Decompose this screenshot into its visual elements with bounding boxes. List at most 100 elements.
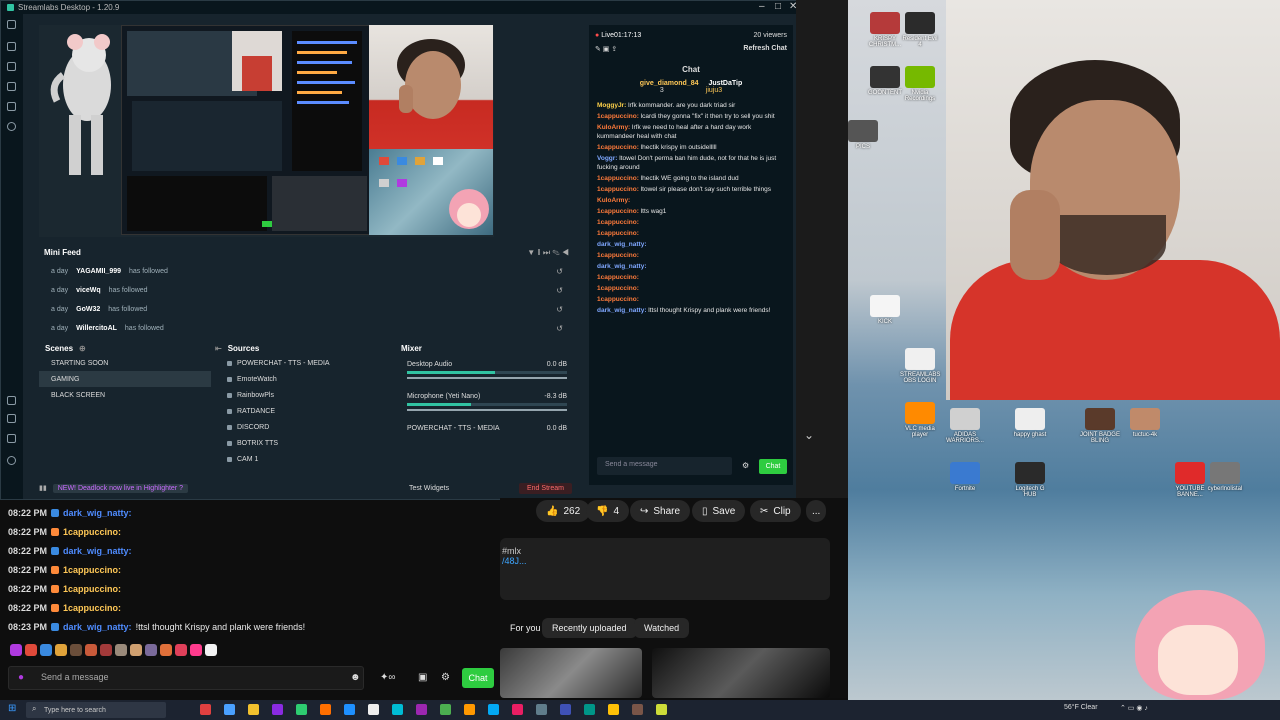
desktop-shortcut-icon[interactable] (905, 12, 935, 34)
end-stream-button[interactable]: End Stream (519, 482, 572, 494)
chat-username[interactable]: dark_wig_natty: (597, 241, 647, 248)
chat-input[interactable]: Send a message (8, 666, 364, 690)
video-thumbnail[interactable] (500, 648, 642, 698)
themes-icon[interactable] (7, 42, 16, 51)
chat-username[interactable]: dark_wig_natty: (63, 546, 132, 556)
volume-slider[interactable] (407, 409, 567, 411)
scene-item[interactable]: BLACK SCREEN (39, 387, 211, 403)
repeat-alert-icon[interactable]: ↺ (556, 286, 563, 295)
description-link[interactable]: /48J... (502, 556, 828, 566)
more-actions-button[interactable]: ... (806, 500, 827, 522)
chat-username[interactable]: 1cappuccino: (63, 603, 121, 613)
desktop-shortcut-icon[interactable] (1085, 408, 1115, 430)
emote-icon[interactable] (130, 644, 142, 656)
system-tray[interactable]: ⌃ ▭ ◉ ♪ (1120, 704, 1148, 712)
desktop-shortcut-icon[interactable] (905, 66, 935, 88)
add-scene-icon[interactable]: ⊕ (79, 344, 86, 353)
chat-username[interactable]: 1cappuccino: (597, 230, 639, 237)
taskbar-app-icon[interactable] (608, 704, 619, 715)
taskbar-app-icon[interactable] (536, 704, 547, 715)
repeat-alert-icon[interactable]: ↺ (556, 324, 563, 333)
emote-icon[interactable] (115, 644, 127, 656)
highlighter-icon[interactable] (7, 102, 16, 111)
settings-gear-icon[interactable] (7, 456, 16, 465)
chat-username[interactable]: 1cappuccino: (597, 144, 641, 151)
desktop-shortcut-icon[interactable] (870, 12, 900, 34)
collapse-icon[interactable]: ⇤ (215, 344, 222, 353)
video-description[interactable]: #mlx /48J... (500, 538, 830, 600)
taskbar-app-icon[interactable] (584, 704, 595, 715)
taskbar-app-icon[interactable] (416, 704, 427, 715)
chat-username[interactable]: 1cappuccino: (597, 252, 639, 259)
performance-icon[interactable]: ▮▮ (39, 484, 47, 492)
desktop-shortcut-icon[interactable] (950, 408, 980, 430)
taskbar-app-icon[interactable] (512, 704, 523, 715)
volume-slider[interactable] (407, 377, 567, 379)
chevron-down-icon[interactable]: ⌄ (804, 428, 814, 442)
chat-username[interactable]: 1cappuccino: (597, 274, 639, 281)
like-button[interactable]: 👍 262 (536, 500, 591, 522)
chat-username[interactable]: 1cappuccino: (63, 584, 121, 594)
store-icon[interactable] (7, 62, 16, 71)
chat-username[interactable]: dark_wig_natty: (63, 508, 132, 518)
chat-username[interactable]: 1cappuccino: (597, 208, 641, 215)
chat-tools-icon[interactable]: ✎ ▣ ⇪ (595, 45, 617, 53)
editor-icon[interactable] (7, 20, 16, 29)
chat-username[interactable]: 1cappuccino: (63, 527, 121, 537)
chat-settings-icon[interactable]: ⚙ (441, 672, 450, 683)
repeat-alert-icon[interactable]: ↺ (556, 305, 563, 314)
minimize-icon[interactable]: – (759, 1, 765, 12)
taskbar-app-icon[interactable] (656, 704, 667, 715)
gift-icon[interactable]: ▣ (418, 672, 427, 683)
chat-send-button[interactable]: Chat (462, 668, 494, 688)
scene-item-active[interactable]: GAMING (39, 371, 211, 387)
emote-icon[interactable] (145, 644, 157, 656)
chat-username[interactable]: dark_wig_natty: (597, 263, 647, 270)
chat-username[interactable]: 1cappuccino: (597, 175, 641, 182)
microphone-icon[interactable]: ● (18, 672, 24, 683)
desktop-shortcut-icon[interactable] (1015, 462, 1045, 484)
chat-send-button[interactable]: Chat (759, 459, 787, 474)
windows-start-icon[interactable]: ⊞ (8, 703, 16, 714)
description-hashtag[interactable]: #mlx (502, 546, 828, 556)
desktop-shortcut-icon[interactable] (1015, 408, 1045, 430)
emote-icon[interactable] (160, 644, 172, 656)
save-button[interactable]: ▯ Save (692, 500, 746, 522)
taskbar-app-icon[interactable] (296, 704, 307, 715)
video-thumbnail[interactable] (652, 648, 830, 698)
channel-points-icon[interactable]: ✦∞ (380, 672, 396, 683)
source-item[interactable]: CAM 1 (215, 451, 395, 467)
emote-icon[interactable] (100, 644, 112, 656)
taskbar-app-icon[interactable] (368, 704, 379, 715)
chat-username[interactable]: dark_wig_natty: (63, 622, 132, 632)
taskbar-app-icon[interactable] (248, 704, 259, 715)
desktop-shortcut-icon[interactable] (870, 66, 900, 88)
taskbar-app-icon[interactable] (320, 704, 331, 715)
test-widgets-button[interactable]: Test Widgets (409, 485, 449, 492)
desktop-shortcut-icon[interactable] (1210, 462, 1240, 484)
dislike-button[interactable]: 👎 4 (586, 500, 630, 522)
dashboard-icon[interactable] (7, 82, 16, 91)
source-item[interactable]: RATDANCE (215, 403, 395, 419)
emote-icon[interactable] (190, 644, 202, 656)
share-button[interactable]: ↪ Share (630, 500, 691, 522)
chat-username[interactable]: dark_wig_natty: (597, 307, 648, 314)
taskbar-app-icon[interactable] (344, 704, 355, 715)
chat-username[interactable]: 1cappuccino: (597, 285, 639, 292)
chat-username[interactable]: 1cappuccino: (63, 565, 121, 575)
chat-username[interactable]: 1cappuccino: (597, 296, 639, 303)
chat-username[interactable]: MoggyJr: (597, 102, 628, 109)
taskbar-app-icon[interactable] (200, 704, 211, 715)
source-item[interactable]: POWERCHAT - TTS - MEDIA (215, 355, 395, 371)
taskbar-app-icon[interactable] (464, 704, 475, 715)
source-item[interactable]: DISCORD (215, 419, 395, 435)
desktop-shortcut-icon[interactable] (905, 402, 935, 424)
chat-username[interactable]: KuloArmy: (597, 124, 632, 131)
tab-watched[interactable]: Watched (634, 618, 690, 638)
record-icon[interactable] (7, 122, 16, 131)
taskbar-search-box[interactable]: Type here to search (26, 702, 166, 718)
desktop-shortcut-icon[interactable] (1175, 462, 1205, 484)
refresh-chat-button[interactable]: Refresh Chat (743, 45, 787, 53)
scene-item[interactable]: STARTING SOON (39, 355, 211, 371)
desktop-shortcut-icon[interactable] (950, 462, 980, 484)
